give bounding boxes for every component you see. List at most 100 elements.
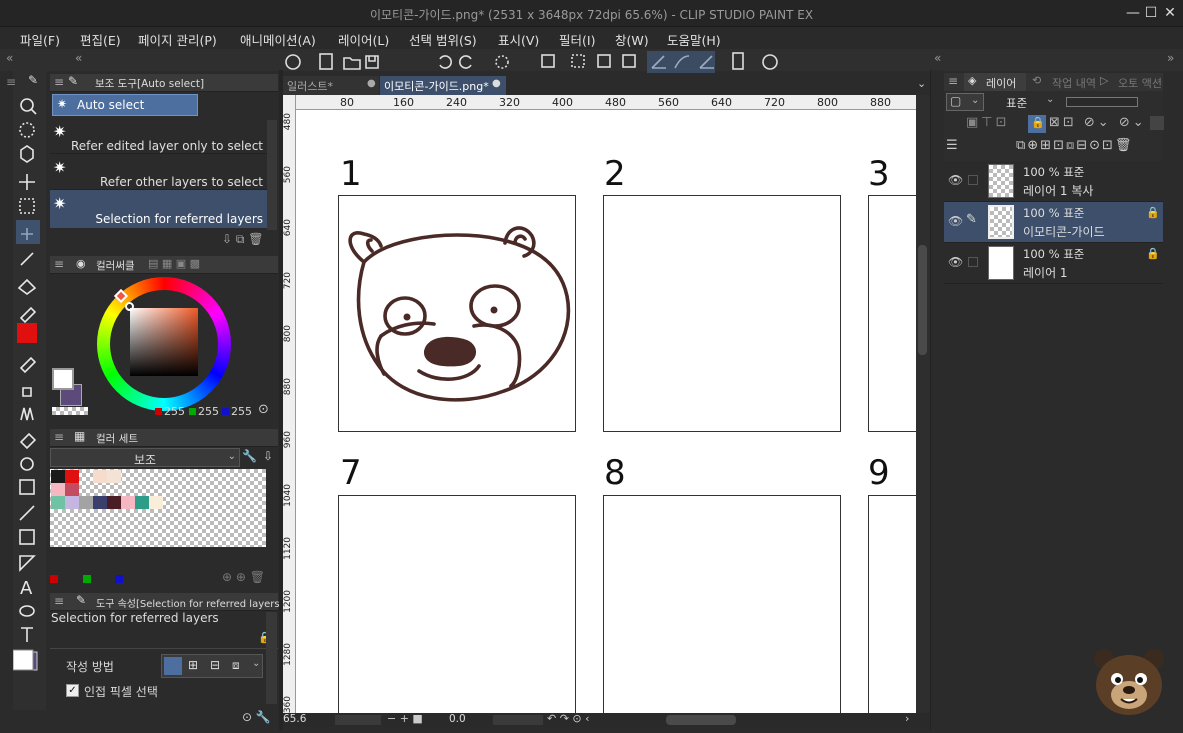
color-wheel-tab-icon[interactable]: ◉ (76, 257, 86, 270)
emoticon-frame-9[interactable] (868, 495, 916, 713)
color-swatch[interactable] (93, 470, 107, 483)
property-scrollbar[interactable] (266, 612, 277, 704)
rotation-slider[interactable] (493, 715, 543, 725)
adjacent-pixel-checkbox[interactable]: ✓ (66, 684, 79, 697)
color-swatch[interactable] (121, 496, 135, 509)
lock-layer-toggle[interactable]: 🔒 (1028, 115, 1046, 133)
collapse-panel-icon[interactable]: « (75, 51, 82, 65)
zoom-value[interactable]: 65.6 (283, 713, 306, 725)
color-swatch[interactable] (149, 496, 163, 509)
mode-new-selection-icon[interactable] (164, 657, 182, 675)
clipping-icons[interactable]: ⊠⊡ ⊘⌄ ⊘⌄ (1049, 115, 1147, 130)
right-dock-divider[interactable] (930, 70, 943, 730)
scroll-right-icon[interactable]: › (905, 712, 909, 725)
visibility-eye-icon[interactable]: 👁 (948, 255, 963, 269)
color-swatch[interactable] (107, 470, 121, 483)
color-set-dropdown[interactable]: 보조 ⌄ (50, 448, 240, 467)
close-button[interactable]: ✕ (1160, 3, 1180, 23)
tab-illustration[interactable]: 일러스트* ● (283, 76, 379, 95)
color-swatch[interactable] (93, 496, 107, 509)
layer-action-icons[interactable]: ⧉⊕⊞⊡⧈⊟⊙⊡🗑 (1016, 138, 1133, 153)
mode-add-icon[interactable]: ⊞ (188, 658, 198, 672)
chevron-down-icon[interactable]: ⌄ (252, 658, 260, 669)
emoticon-frame-2[interactable] (603, 195, 841, 432)
menu-edit[interactable]: 편집(E) (80, 30, 121, 49)
tab-dot-icon[interactable]: ● (492, 78, 501, 89)
color-swatch[interactable] (135, 496, 149, 509)
color-set-tab-icon[interactable]: ▦ (74, 429, 85, 443)
expand-right-icon[interactable]: » (1167, 51, 1174, 65)
subtool-action-icons[interactable]: ⇩ ⧉ 🗑 (222, 232, 264, 247)
menu-window[interactable]: 창(W) (615, 30, 649, 49)
visibility-eye-icon[interactable]: 👁 (948, 173, 963, 187)
zoom-slider[interactable] (335, 715, 381, 725)
canvas-vscroll-thumb[interactable] (918, 245, 927, 355)
subtool-item[interactable]: ✷ Refer other layers to select (50, 154, 267, 190)
opacity-slider[interactable] (1066, 97, 1138, 107)
main-color-chip[interactable] (52, 368, 74, 390)
menu-filter[interactable]: 필터(I) (559, 30, 595, 49)
zoom-controls-icons[interactable]: − + ■ (387, 712, 423, 725)
mode-intersect-icon[interactable]: ⧈ (232, 658, 240, 673)
canvas[interactable]: 1 2 3 7 8 9 (296, 110, 916, 713)
visibility-eye-icon[interactable]: 👁 (948, 214, 963, 228)
subtool-item[interactable]: ✷ Refer edited layer only to select (50, 118, 267, 154)
tab-auto-action[interactable]: ▷ 오토 액션 (1096, 73, 1163, 91)
emoticon-frame-7[interactable] (338, 495, 576, 713)
menu-file[interactable]: 파일(F) (20, 30, 60, 49)
tab-layer[interactable]: ◈ 레이어 (964, 73, 1026, 91)
color-swatch[interactable] (65, 470, 79, 483)
color-swatch[interactable] (107, 496, 121, 509)
property-settings-icons[interactable]: ⊙ 🔧 (242, 710, 271, 724)
collapse-left-icon[interactable]: « (6, 51, 13, 65)
menu-selection[interactable]: 선택 범위(S) (409, 30, 477, 49)
blend-mode-dropdown[interactable]: 표준 ⌄ (1004, 93, 1060, 111)
color-swatch[interactable] (51, 496, 65, 509)
color-swatch[interactable] (65, 496, 79, 509)
emoticon-frame-8[interactable] (603, 495, 841, 713)
collapse-right-icon[interactable]: « (934, 51, 941, 65)
layer-mask-icon[interactable] (1150, 116, 1164, 130)
menu-view[interactable]: 표시(V) (498, 30, 539, 49)
layer-select-checkbox[interactable] (968, 175, 978, 185)
color-slider-tab-icon[interactable]: ▤ ▦ ▣ ▩ (148, 257, 200, 270)
tab-history[interactable]: ⟲ 작업 내역 (1028, 73, 1096, 91)
minimize-button[interactable]: — (1123, 3, 1143, 23)
menu-layer[interactable]: 레이어(L) (338, 30, 389, 49)
wrench-icon[interactable]: 🔧 (242, 449, 257, 463)
color-set-action-icons[interactable]: ⊕ ⊕ 🗑 (222, 570, 265, 584)
transparent-color-chip[interactable] (52, 407, 88, 415)
mode-selector[interactable]: ⊞ ⊟ ⧈ ⌄ (161, 654, 263, 678)
layer-lock-icons[interactable]: ▣⊤⊡ (966, 115, 1010, 130)
color-swatch[interactable] (51, 483, 65, 496)
canvas-vscrollbar[interactable] (916, 95, 930, 713)
subtool-scrollbar[interactable] (267, 120, 277, 230)
color-swatch[interactable] (51, 470, 65, 483)
layer-color-dropdown[interactable]: ▢ ⌄ (946, 93, 984, 111)
import-icon[interactable]: ⇩ (263, 449, 273, 463)
mode-subtract-icon[interactable]: ⊟ (210, 658, 220, 672)
layer-row-selected[interactable]: 👁 ✎ 100 % 표준 이모티콘-가이드 🔒 (944, 202, 1163, 243)
color-mode-icon[interactable]: ⊙ (258, 402, 269, 417)
layer-row[interactable]: 👁 100 % 표준 레이어 1 복사 (944, 161, 1163, 202)
tab-menu-chevron-icon[interactable]: ⌄ (917, 77, 926, 90)
tab-emoticon-guide[interactable]: 이모티콘-가이드.png* ● (380, 76, 506, 95)
angle-value[interactable]: 0.0 (449, 713, 466, 725)
subtool-group-tab[interactable]: ✷ Auto select (52, 94, 198, 116)
layer-row[interactable]: 👁 100 % 표준 레이어 1 🔒 (944, 243, 1163, 284)
sv-marker[interactable] (125, 302, 134, 311)
emoticon-frame-1[interactable] (338, 195, 576, 432)
subtool-item-selected[interactable]: ✷ Selection for referred layers (50, 190, 267, 228)
menu-page[interactable]: 페이지 관리(P) (138, 30, 217, 49)
tab-dot-icon[interactable]: ● (367, 78, 376, 89)
maximize-button[interactable]: ☐ (1141, 3, 1161, 23)
emoticon-frame-3[interactable] (868, 195, 916, 432)
menu-animation[interactable]: 애니메이션(A) (240, 30, 316, 49)
color-swatch[interactable] (79, 496, 93, 509)
saturation-square[interactable] (130, 308, 198, 376)
color-swatch[interactable] (65, 483, 79, 496)
rotate-controls-icons[interactable]: ↶ ↷ ⊙ ‹ (547, 712, 590, 725)
layer-select-checkbox[interactable] (968, 257, 978, 267)
layer-list-icon[interactable]: ☰ (946, 138, 958, 153)
menu-help[interactable]: 도움말(H) (667, 30, 721, 49)
